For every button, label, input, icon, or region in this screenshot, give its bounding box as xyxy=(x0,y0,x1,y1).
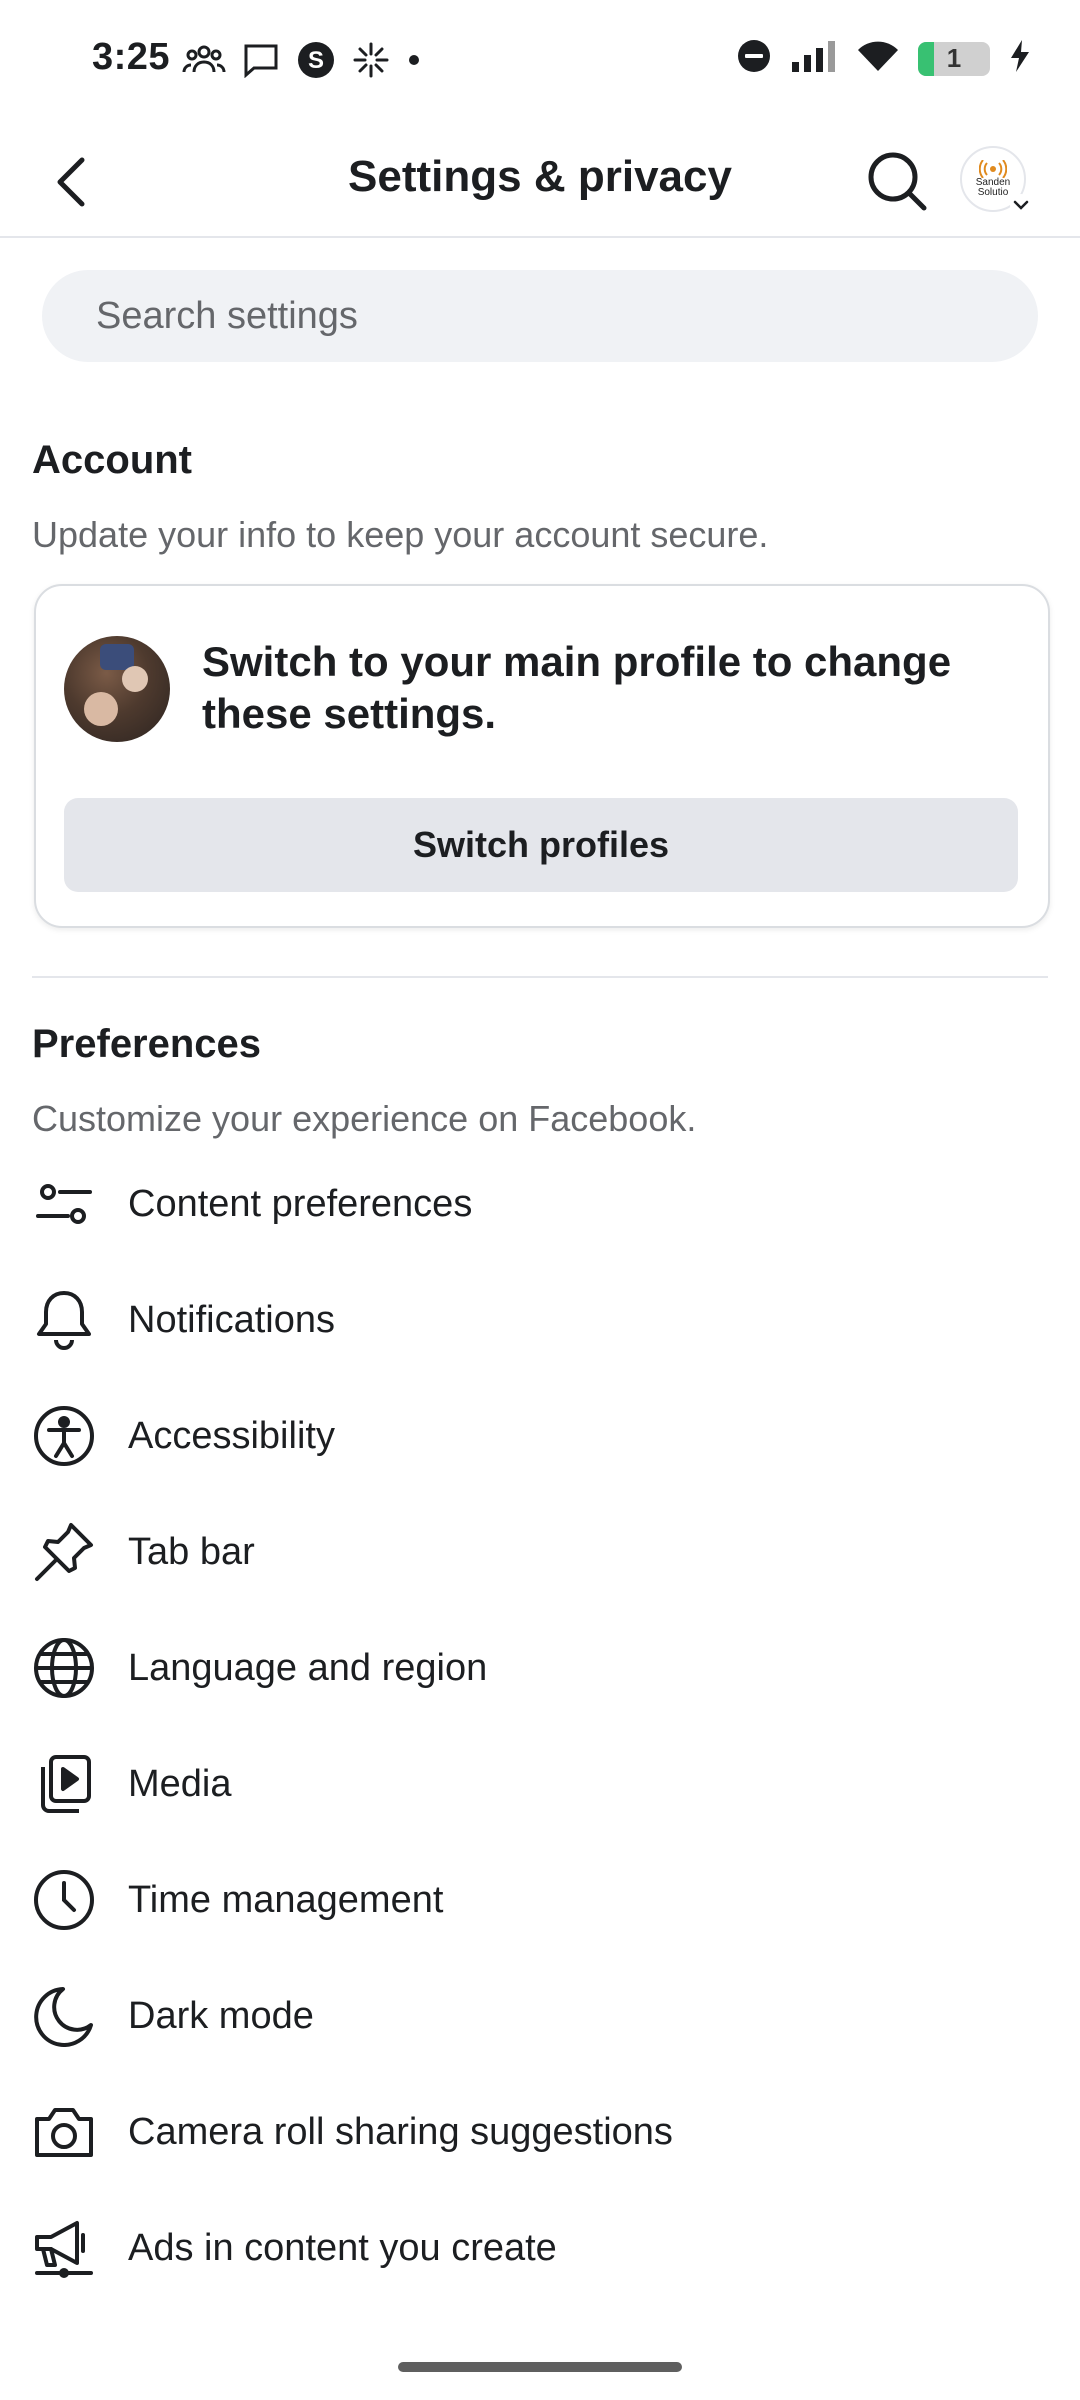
profile-photo xyxy=(64,636,170,742)
settings-search-input[interactable] xyxy=(42,270,1038,362)
pref-item-tab-bar[interactable]: Tab bar xyxy=(0,1494,1080,1610)
battery-level: 1 xyxy=(946,43,962,73)
chevron-down-icon xyxy=(1010,194,1032,216)
pref-item-label: Language and region xyxy=(128,1646,488,1689)
pref-item-label: Media xyxy=(128,1762,232,1805)
status-bar: 3:25 S 1 xyxy=(0,0,1080,124)
pref-item-label: Tab bar xyxy=(128,1530,255,1573)
account-card: Switch to your main profile to change th… xyxy=(34,584,1050,928)
camera-icon xyxy=(32,2100,96,2164)
account-section-subtitle: Update your info to keep your account se… xyxy=(32,514,769,555)
pref-item-content-preferences[interactable]: Content preferences xyxy=(0,1146,1080,1262)
status-left-icons: S xyxy=(182,40,422,85)
pref-item-label: Accessibility xyxy=(128,1414,335,1457)
dot-icon xyxy=(406,52,422,73)
switch-profiles-button[interactable]: Switch profiles xyxy=(64,798,1018,892)
pref-item-label: Camera roll sharing suggestions xyxy=(128,2110,673,2153)
account-card-message: Switch to your main profile to change th… xyxy=(202,638,952,737)
asterisk-icon xyxy=(352,41,390,84)
clock-icon xyxy=(32,1868,96,1932)
settings-search-bar[interactable] xyxy=(42,270,1038,362)
preferences-list: Content preferences Notifications Access… xyxy=(0,1146,1080,2306)
svg-text:S: S xyxy=(308,47,324,74)
chat-icon xyxy=(242,42,280,83)
search-button[interactable] xyxy=(862,146,932,216)
megaphone-icon xyxy=(32,2216,96,2280)
search-icon xyxy=(868,152,927,211)
pref-item-notifications[interactable]: Notifications xyxy=(0,1262,1080,1378)
accessibility-icon xyxy=(32,1404,96,1468)
status-time: 3:25 xyxy=(92,36,171,78)
globe-icon xyxy=(32,1636,96,1700)
pref-item-camera-roll[interactable]: Camera roll sharing suggestions xyxy=(0,2074,1080,2190)
top-app-bar: Settings & privacy Sanden Solutio xyxy=(0,124,1080,238)
status-right-icons: 1 xyxy=(736,38,1032,79)
pref-item-label: Ads in content you create xyxy=(128,2226,557,2269)
pref-item-accessibility[interactable]: Accessibility xyxy=(0,1378,1080,1494)
pref-item-label: Content preferences xyxy=(128,1182,473,1225)
profile-switcher-button[interactable]: Sanden Solutio xyxy=(960,146,1032,216)
broadcast-icon xyxy=(979,160,1007,178)
signal-icon xyxy=(790,38,838,79)
pref-item-time-management[interactable]: Time management xyxy=(0,1842,1080,1958)
groups-icon xyxy=(182,42,226,83)
pref-item-label: Notifications xyxy=(128,1298,335,1341)
home-indicator[interactable] xyxy=(398,2362,682,2372)
media-icon xyxy=(32,1752,96,1816)
pin-icon xyxy=(32,1520,96,1584)
preferences-section-subtitle: Customize your experience on Facebook. xyxy=(32,1098,697,1139)
battery-icon: 1 xyxy=(918,41,990,76)
section-divider xyxy=(32,976,1048,978)
pref-item-dark-mode[interactable]: Dark mode xyxy=(0,1958,1080,2074)
pref-item-ads-content[interactable]: Ads in content you create xyxy=(0,2190,1080,2306)
pref-item-media[interactable]: Media xyxy=(0,1726,1080,1842)
pref-item-language-region[interactable]: Language and region xyxy=(0,1610,1080,1726)
moon-icon xyxy=(32,1984,96,2048)
skype-icon: S xyxy=(296,40,336,85)
sliders-icon xyxy=(32,1172,96,1236)
bell-icon xyxy=(32,1288,96,1352)
do-not-disturb-icon xyxy=(736,38,772,79)
charging-icon xyxy=(1008,38,1032,79)
pref-item-label: Time management xyxy=(128,1878,444,1921)
pref-item-label: Dark mode xyxy=(128,1994,314,2037)
wifi-icon xyxy=(856,38,900,79)
account-section-title: Account xyxy=(32,438,192,482)
preferences-section-title: Preferences xyxy=(32,1022,262,1066)
